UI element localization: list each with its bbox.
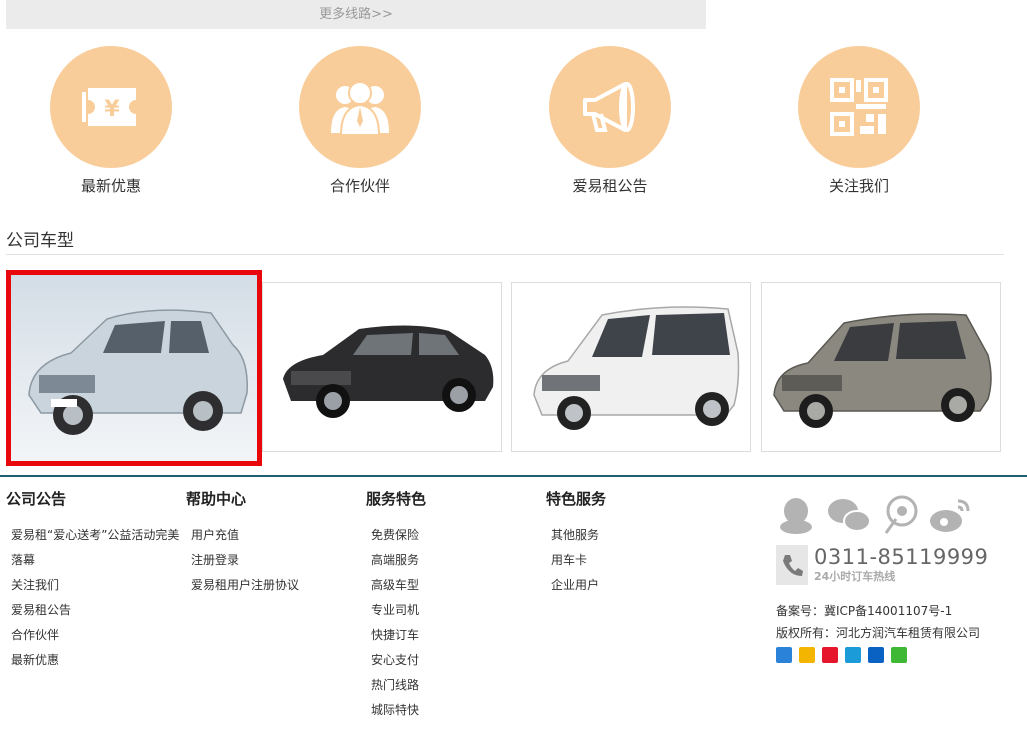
weibo-tencent-icon[interactable] bbox=[882, 495, 918, 539]
copyright: 版权所有：河北方润汽车租赁有限公司 bbox=[776, 626, 981, 640]
car-thumb-e6[interactable] bbox=[6, 270, 262, 466]
footer-link[interactable]: 爱易租“爱心送考”公益活动完美落幕 bbox=[11, 523, 183, 573]
footer-col-special-services: 特色服务 其他服务 用车卡 企业用户 bbox=[546, 488, 606, 598]
footer-link[interactable]: 爱易租用户注册协议 bbox=[191, 573, 299, 598]
footer-link[interactable]: 爱易租公告 bbox=[11, 598, 183, 623]
footer-col-title: 特色服务 bbox=[546, 490, 607, 508]
feature-announcement[interactable]: 爱易租公告 bbox=[540, 46, 680, 196]
coupon-icon: ¥ bbox=[50, 46, 172, 168]
feature-partners[interactable]: 合作伙伴 bbox=[290, 46, 430, 196]
footer-link[interactable]: 专业司机 bbox=[371, 598, 426, 623]
footer-link[interactable]: 用车卡 bbox=[551, 548, 606, 573]
feature-label: 合作伙伴 bbox=[329, 177, 390, 195]
footer-link[interactable]: 城际特快 bbox=[371, 698, 426, 723]
footer-link[interactable]: 免费保险 bbox=[371, 523, 426, 548]
renren-icon[interactable] bbox=[868, 647, 884, 663]
partners-icon bbox=[299, 46, 421, 168]
section-title: 公司车型 bbox=[6, 231, 74, 251]
footer-col-help: 帮助中心 用户充值 注册登录 爱易租用户注册协议 bbox=[186, 488, 299, 598]
phone-row: 0311-85119999 24小时订车热线 bbox=[776, 545, 1016, 585]
contact-block: 0311-85119999 24小时订车热线 bbox=[776, 495, 1016, 585]
qq-icon[interactable] bbox=[776, 495, 816, 539]
footer-link[interactable]: 安心支付 bbox=[371, 648, 426, 673]
wechat-share-icon[interactable] bbox=[891, 647, 907, 663]
svg-text:¥: ¥ bbox=[104, 97, 120, 122]
footer-link[interactable]: 高级车型 bbox=[371, 573, 426, 598]
footer-link[interactable]: 最新优惠 bbox=[11, 648, 183, 673]
qrcode-icon bbox=[798, 46, 920, 168]
hotline-label: 24小时订车热线 bbox=[814, 570, 896, 583]
phone-icon bbox=[776, 545, 808, 585]
section-divider bbox=[6, 254, 1004, 255]
feature-label: 爱易租公告 bbox=[572, 177, 648, 195]
footer-col-announcements: 公司公告 爱易租“爱心送考”公益活动完美落幕 关注我们 爱易租公告 合作伙伴 最… bbox=[6, 488, 183, 673]
footer-col-service-features: 服务特色 免费保险 高端服务 高级车型 专业司机 快捷订车 安心支付 热门线路 … bbox=[366, 488, 426, 723]
footer-link[interactable]: 用户充值 bbox=[191, 523, 299, 548]
footer-link[interactable]: 其他服务 bbox=[551, 523, 606, 548]
social-icons bbox=[776, 495, 1016, 539]
footer-link[interactable]: 企业用户 bbox=[551, 573, 606, 598]
sina-icon[interactable] bbox=[822, 647, 838, 663]
feature-follow-us[interactable]: 关注我们 bbox=[789, 46, 929, 196]
share-more-icon[interactable] bbox=[776, 647, 792, 663]
qzone-icon[interactable] bbox=[799, 647, 815, 663]
feature-label: 关注我们 bbox=[828, 177, 889, 195]
footer-link[interactable]: 合作伙伴 bbox=[11, 623, 183, 648]
feature-latest-offers[interactable]: ¥ 最新优惠 bbox=[41, 46, 181, 196]
footer-col-title: 服务特色 bbox=[366, 490, 427, 508]
footer-link[interactable]: 热门线路 bbox=[371, 673, 426, 698]
wechat-icon[interactable] bbox=[826, 495, 872, 539]
more-routes-link[interactable]: 更多线路>> bbox=[6, 0, 706, 29]
footer-link[interactable]: 高端服务 bbox=[371, 548, 426, 573]
weibo-sina-icon[interactable] bbox=[928, 495, 972, 539]
tencent-icon[interactable] bbox=[845, 647, 861, 663]
footer-col-title: 帮助中心 bbox=[186, 490, 247, 508]
car-thumb-mpv-white[interactable] bbox=[511, 282, 751, 452]
megaphone-icon bbox=[549, 46, 671, 168]
footer-divider bbox=[0, 475, 1027, 477]
feature-label: 最新优惠 bbox=[80, 177, 141, 195]
footer-link[interactable]: 快捷订车 bbox=[371, 623, 426, 648]
footer-link[interactable]: 注册登录 bbox=[191, 548, 299, 573]
car-thumb-mpv-grey[interactable] bbox=[761, 282, 1001, 452]
footer-col-title: 公司公告 bbox=[6, 490, 67, 508]
share-bar bbox=[776, 647, 907, 663]
car-thumb-sedan[interactable] bbox=[262, 282, 502, 452]
footer-link[interactable]: 关注我们 bbox=[11, 573, 183, 598]
icp-record: 备案号：冀ICP备14001107号-1 bbox=[776, 604, 953, 618]
hotline-number: 0311-85119999 bbox=[814, 545, 989, 569]
